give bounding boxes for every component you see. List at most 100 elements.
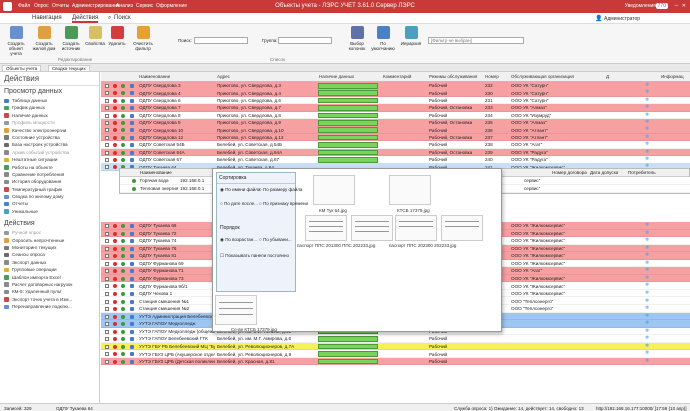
row-checkbox[interactable] bbox=[105, 261, 109, 266]
sidebar-view-item[interactable]: Качество электроэнергии bbox=[0, 127, 99, 134]
sidebar-action-item[interactable]: Групповые операции bbox=[0, 266, 99, 273]
sidebar-view-item[interactable]: Наличие данных bbox=[0, 112, 99, 119]
clear-filter-button[interactable]: Очистить фильтр bbox=[130, 26, 156, 51]
row-checkbox[interactable] bbox=[105, 224, 109, 228]
row-checkbox[interactable] bbox=[105, 128, 109, 133]
sidebar-action-item[interactable]: Расчет договорных нагрузок bbox=[0, 281, 99, 288]
sidebar-action-item[interactable]: Мониторинг текущих bbox=[0, 244, 99, 251]
sort-by-date-radio[interactable]: ○ По дате после... bbox=[220, 201, 258, 206]
table-row[interactable]: ОДПУ Свердлова 10 Приютово, ул. Свердлова… bbox=[101, 126, 690, 134]
row-checkbox[interactable] bbox=[105, 135, 109, 140]
row-checkbox[interactable] bbox=[105, 329, 109, 334]
row-checkbox[interactable] bbox=[105, 337, 109, 342]
col-org[interactable]: Обслуживающая организация bbox=[511, 74, 574, 79]
row-checkbox[interactable] bbox=[105, 254, 109, 259]
table-row[interactable]: ОДПУ Советская 67 Белебей, ул. Советская,… bbox=[101, 156, 690, 164]
create-house-button[interactable]: Создать жилой дом bbox=[31, 26, 57, 51]
sidebar-action-item[interactable]: Перенаправление подклю... bbox=[0, 303, 99, 310]
tab-actions[interactable]: Действия bbox=[72, 15, 99, 23]
sort-by-size-radio[interactable]: ○ По размеру файла bbox=[259, 187, 302, 192]
file-thumbnail[interactable] bbox=[215, 295, 257, 325]
sidebar-view-item[interactable]: Уникальные bbox=[0, 208, 99, 215]
child-col-name[interactable]: Наименование bbox=[140, 170, 172, 175]
table-row[interactable]: ОДПУ Свердлова 3 Приютово, ул. Свердлова,… bbox=[101, 82, 690, 90]
table-row[interactable]: ОДПУ Свердлова 8 Приютово, ул. Свердлова,… bbox=[101, 111, 690, 120]
row-checkbox[interactable] bbox=[105, 121, 109, 125]
row-checkbox[interactable] bbox=[105, 231, 109, 236]
sidebar-view-item[interactable]: Отчеты bbox=[0, 200, 99, 207]
file-thumbnail[interactable] bbox=[441, 215, 483, 241]
child-col-date[interactable]: Дата допуска bbox=[590, 170, 618, 175]
table-row[interactable]: ОДПУ Советская 64А Белебей, ул. Советская… bbox=[101, 148, 690, 157]
sidebar-view-item[interactable]: Профиль мощности bbox=[0, 119, 99, 126]
sidebar-action-item[interactable]: Сеансы опроса bbox=[0, 251, 99, 258]
col-data[interactable]: Наличие данных bbox=[319, 74, 354, 79]
file-thumbnail[interactable] bbox=[305, 215, 347, 241]
row-checkbox[interactable] bbox=[105, 284, 109, 289]
sidebar-view-item[interactable]: Нештатные ситуации bbox=[0, 156, 99, 163]
sidebar-view-item[interactable]: Таблица данных bbox=[0, 97, 99, 104]
user-menu[interactable]: Администратор bbox=[604, 16, 640, 22]
row-checkbox[interactable] bbox=[105, 352, 109, 357]
file-thumbnail[interactable] bbox=[395, 215, 437, 241]
sidebar-view-item[interactable]: База настроек устройства bbox=[0, 141, 99, 148]
row-checkbox[interactable] bbox=[105, 113, 109, 118]
row-checkbox[interactable] bbox=[105, 106, 109, 111]
sidebar-view-item[interactable]: Температурный график bbox=[0, 186, 99, 193]
row-checkbox[interactable] bbox=[105, 246, 109, 251]
row-checkbox[interactable] bbox=[105, 158, 109, 162]
table-row[interactable]: ОДПУ Свердлова 7 Приютово, ул. Свердлова,… bbox=[101, 104, 690, 112]
table-row[interactable]: УУТЭ ГАПОУ Белебеевский ГТК Белебей, ул. … bbox=[101, 335, 690, 343]
row-checkbox[interactable] bbox=[105, 314, 109, 319]
row-checkbox[interactable] bbox=[105, 84, 109, 88]
hierarchy-button[interactable]: Иерархия bbox=[398, 26, 424, 46]
row-checkbox[interactable] bbox=[105, 165, 109, 170]
col-number[interactable]: Номер bbox=[485, 74, 499, 79]
minimize-icon[interactable]: ─ bbox=[674, 3, 678, 9]
table-row[interactable]: УУТЭ ГБУ РБ Белебеевский МЦ "Буревестник… bbox=[101, 342, 690, 351]
row-checkbox[interactable] bbox=[105, 143, 109, 148]
table-row[interactable]: УУТЭ ГБУЗ ЦРБ (Детская поликлиника)Белеб… bbox=[101, 357, 690, 366]
sort-by-name-radio[interactable]: ◉ По имени файла bbox=[220, 187, 260, 193]
row-checkbox[interactable] bbox=[105, 269, 109, 274]
row-checkbox[interactable] bbox=[105, 91, 109, 96]
sidebar-view-item[interactable]: Сравнение потребления bbox=[0, 171, 99, 178]
delete-button[interactable]: Удалить bbox=[104, 26, 130, 46]
row-checkbox[interactable] bbox=[105, 307, 109, 312]
sidebar-view-item[interactable]: Работы на объекте bbox=[0, 164, 99, 171]
col-info[interactable]: Информац bbox=[661, 74, 684, 79]
table-row[interactable]: ОДПУ Свердлова 9 Приютово, ул. Свердлова,… bbox=[101, 119, 690, 127]
order-asc-radio[interactable]: ◉ По возрастан... bbox=[220, 237, 257, 243]
row-checkbox[interactable] bbox=[105, 98, 109, 103]
col-comment[interactable]: Комментарий bbox=[383, 74, 411, 79]
table-row[interactable]: УУТЭ ГБУЗ ЦРБ (Акушерское отделение)Беле… bbox=[101, 350, 690, 358]
doctab-summary[interactable]: Сводка текущих bbox=[48, 65, 90, 72]
filter-select[interactable]: [Фильтр не выбран] bbox=[428, 37, 524, 44]
child-col-contract[interactable]: Номер договора bbox=[552, 170, 587, 175]
table-row[interactable]: ОДПУ Свердлова 6 Приютово, ул. Свердлова,… bbox=[101, 96, 690, 105]
sidebar-action-item[interactable]: КМ-5: Удаленный пульт bbox=[0, 288, 99, 295]
col-mode[interactable]: Режимы обслуживания bbox=[429, 74, 477, 79]
file-thumbnail[interactable] bbox=[313, 175, 355, 205]
create-source-button[interactable]: Создать источник bbox=[58, 26, 84, 51]
tab-navigation[interactable]: Навигация bbox=[32, 15, 62, 21]
row-checkbox[interactable] bbox=[105, 322, 109, 327]
sidebar-view-item[interactable]: График данных bbox=[0, 104, 99, 111]
table-row[interactable]: ОДПУ Свердлова 12 Приютово, ул. Свердлова… bbox=[101, 133, 690, 142]
order-desc-radio[interactable]: ○ По убывани... bbox=[259, 237, 292, 242]
table-row[interactable]: ОДПУ Свердлова 4 Приютово, ул. Свердлова,… bbox=[101, 89, 690, 97]
file-thumbnail[interactable] bbox=[351, 215, 393, 241]
table-row[interactable]: ОДПУ Советская 54Б Белебей, ул. Советская… bbox=[101, 141, 690, 149]
group-select[interactable] bbox=[278, 37, 332, 44]
sidebar-action-item[interactable]: Ручной опрос bbox=[0, 229, 99, 236]
sidebar-action-item[interactable]: Экспорт точек учета в Изм... bbox=[0, 296, 99, 303]
close-icon[interactable]: ✕ bbox=[682, 3, 686, 9]
sort-by-time-radio[interactable]: ○ По признаку времени bbox=[259, 201, 308, 206]
child-col-consumer[interactable]: Потребитель bbox=[628, 170, 656, 175]
sidebar-view-item[interactable]: История оборудования bbox=[0, 178, 99, 185]
col-address[interactable]: Адрес bbox=[217, 74, 230, 79]
row-checkbox[interactable] bbox=[105, 299, 109, 304]
file-thumbnail[interactable] bbox=[389, 175, 431, 205]
sidebar-view-item[interactable]: Архив событий устройства bbox=[0, 149, 99, 156]
search-input[interactable] bbox=[194, 37, 248, 44]
